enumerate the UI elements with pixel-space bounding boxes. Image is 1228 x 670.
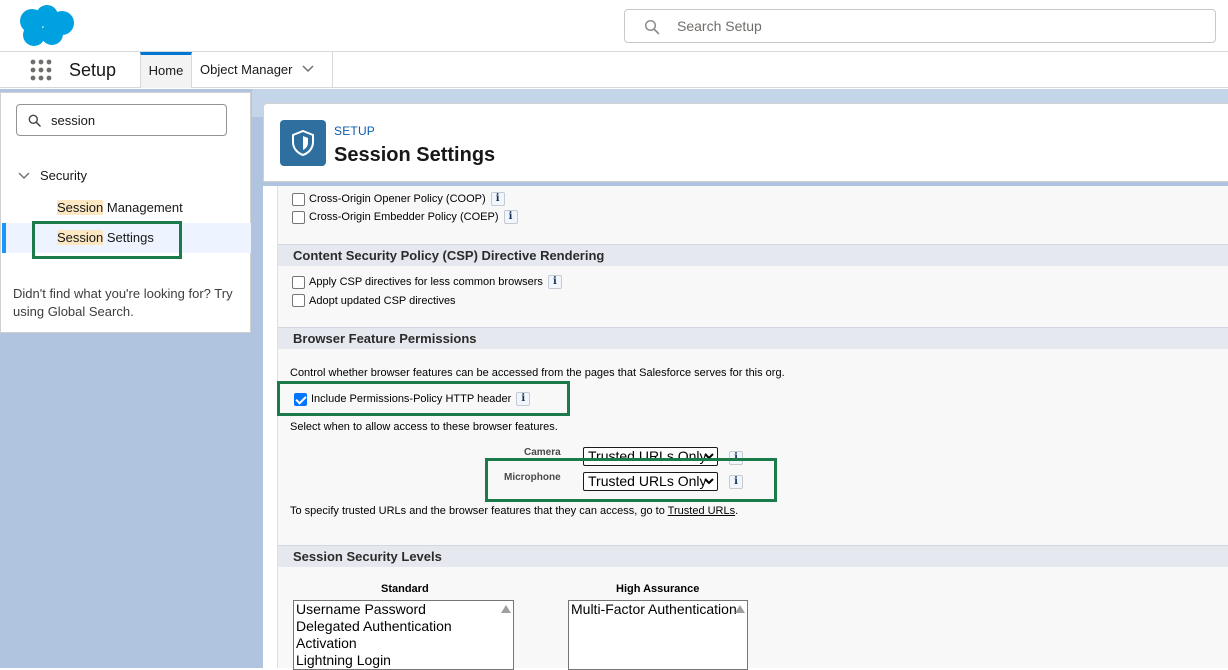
highlight-box-microphone (485, 458, 777, 502)
coop-label: Cross-Origin Opener Policy (COOP) (309, 193, 486, 205)
quick-find-box[interactable] (16, 104, 227, 136)
trusted-urls-text: To specify trusted URLs and the browser … (290, 505, 738, 517)
page-title: Session Settings (334, 144, 496, 166)
quick-find-input[interactable] (49, 105, 219, 135)
salesforce-logo-icon[interactable] (14, 4, 76, 48)
list-item[interactable]: Activation (294, 635, 513, 652)
coep-row: Cross-Origin Embedder Policy (COEP) i (292, 210, 518, 224)
app-name: Setup (69, 60, 117, 80)
chevron-down-icon[interactable] (302, 65, 314, 73)
app-launcher-icon[interactable] (30, 59, 52, 81)
trusted-urls-link[interactable]: Trusted URLs (668, 505, 735, 517)
list-item[interactable]: Lightning Login (294, 652, 513, 669)
tab-object-manager[interactable]: Object Manager (192, 52, 333, 88)
coep-label: Cross-Origin Embedder Policy (COEP) (309, 211, 499, 223)
list-item[interactable]: Username Password (294, 601, 513, 618)
csp-less-common-row: Apply CSP directives for less common bro… (292, 275, 562, 289)
not-found-text: Didn't find what you're looking for? Try… (13, 286, 233, 319)
breadcrumb[interactable]: SETUP (334, 124, 375, 138)
csp-updated-row: Adopt updated CSP directives (292, 294, 456, 307)
main-content: Cross-Origin Opener Policy (COOP) i Cros… (263, 186, 1228, 670)
list-item[interactable]: Delegated Authentication (294, 618, 513, 635)
search-highlight: Session (57, 200, 104, 215)
csp-updated-checkbox[interactable] (292, 294, 305, 307)
highlight-box-session-settings (32, 221, 182, 259)
browser-perms-section-heading: Browser Feature Permissions (278, 327, 1228, 349)
coop-row: Cross-Origin Opener Policy (COOP) i (292, 192, 505, 206)
global-header (0, 0, 1228, 52)
csp-section-heading: Content Security Policy (CSP) Directive … (278, 244, 1228, 266)
camera-label: Camera (524, 447, 561, 458)
tree-item-session-management[interactable]: Session Management (2, 193, 251, 223)
nav-bar: Setup Home Object Manager (0, 52, 1228, 88)
coop-checkbox[interactable] (292, 192, 305, 206)
standard-column-heading: Standard (381, 583, 429, 595)
standard-levels-list[interactable]: Username Password Delegated Authenticati… (293, 600, 514, 670)
tab-object-manager-label: Object Manager (200, 62, 293, 77)
list-item[interactable]: Multi-Factor Authentication (569, 601, 747, 618)
csp-less-common-checkbox[interactable] (292, 275, 305, 289)
coep-checkbox[interactable] (292, 210, 305, 224)
trusted-urls-text-before: To specify trusted URLs and the browser … (290, 505, 668, 517)
highlight-box-permissions-policy (277, 381, 570, 416)
select-prompt: Select when to allow access to these bro… (290, 421, 558, 433)
search-icon (644, 19, 660, 35)
security-levels-section-heading: Session Security Levels (278, 545, 1228, 567)
csp-less-common-label: Apply CSP directives for less common bro… (309, 276, 543, 288)
page-header: SETUP Session Settings (263, 103, 1228, 182)
setup-search-box[interactable] (624, 9, 1216, 43)
search-icon (28, 114, 41, 127)
setup-tree-panel: Security Session Management Session Sett… (0, 92, 251, 333)
tree-section-label: Security (40, 168, 87, 183)
setup-search-input[interactable] (675, 10, 1195, 42)
high-assurance-levels-list[interactable]: Multi-Factor Authentication (568, 600, 748, 670)
settings-form: Cross-Origin Opener Policy (COOP) i Cros… (277, 186, 1228, 670)
scroll-up-arrow-icon[interactable] (735, 605, 745, 613)
info-icon[interactable]: i (547, 275, 562, 289)
csp-updated-label: Adopt updated CSP directives (309, 294, 456, 307)
high-assurance-column-heading: High Assurance (616, 583, 700, 595)
tab-home[interactable]: Home (140, 52, 192, 88)
scroll-up-arrow-icon[interactable] (501, 605, 511, 613)
shield-icon (292, 130, 314, 156)
tree-item-label: Management (103, 200, 183, 215)
page-header-icon-box (280, 120, 326, 166)
trusted-urls-text-after: . (735, 505, 739, 517)
info-icon[interactable]: i (490, 192, 505, 206)
chevron-down-icon[interactable] (18, 172, 30, 180)
browser-perms-description: Control whether browser features can be … (290, 367, 785, 379)
info-icon[interactable]: i (503, 210, 518, 224)
